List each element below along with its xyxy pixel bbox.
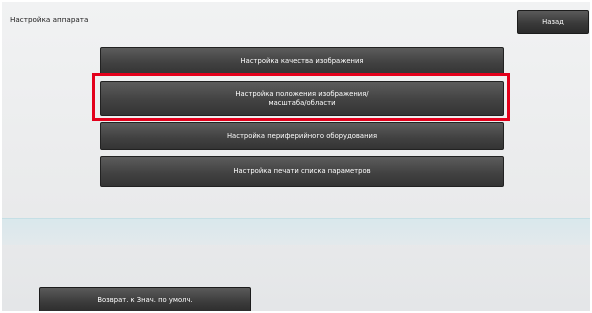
reset-to-defaults-button[interactable]: Возврат. к Знач. по умолч. xyxy=(39,287,251,311)
menu-item-label: Настройка печати списка параметров xyxy=(233,167,371,175)
menu-item-label: Настройка периферийного оборудования xyxy=(226,131,378,140)
page-title: Настройка аппарата xyxy=(10,15,89,24)
divider-band xyxy=(2,218,590,245)
menu-item-peripheral-settings[interactable]: Настройка периферийного оборудования xyxy=(100,122,504,150)
settings-screen: Настройка аппарата Назад Настройка качес… xyxy=(2,2,590,311)
menu-item-label: Настройка качества изображения xyxy=(240,56,364,65)
menu-item-image-quality[interactable]: Настройка качества изображения xyxy=(100,47,504,75)
back-button[interactable]: Назад xyxy=(517,10,589,34)
highlight-frame xyxy=(92,73,510,121)
menu-item-print-parameter-list[interactable]: Настройка печати списка параметров xyxy=(100,156,504,187)
